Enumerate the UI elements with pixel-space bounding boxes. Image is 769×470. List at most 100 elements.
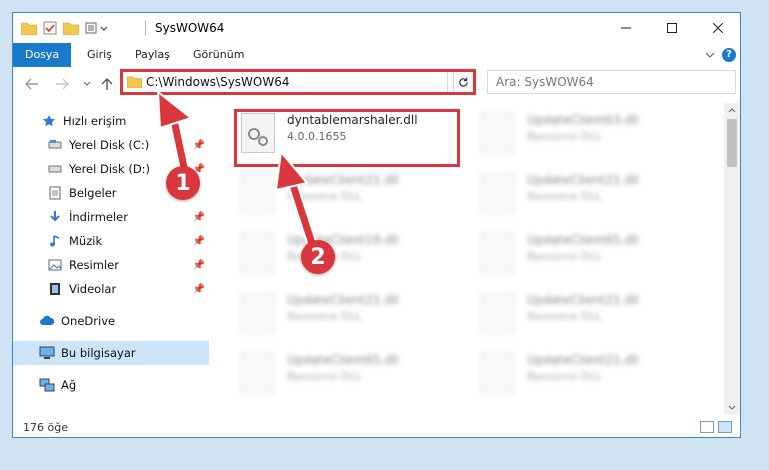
dll-file-icon	[241, 233, 275, 273]
file-desc: Resource DLL	[527, 130, 602, 143]
details-view-icon[interactable]	[700, 421, 714, 433]
scroll-up-icon[interactable]	[728, 107, 736, 113]
navigation-pane: Hızlı erişim Yerel Disk (C:) 📌 Yerel Dis…	[13, 103, 209, 403]
sidebar-item-label: Yerel Disk (D:)	[69, 162, 151, 176]
sidebar-item-quick-access[interactable]: Hızlı erişim	[13, 109, 209, 133]
sidebar-item-videos[interactable]: Videolar 📌	[13, 277, 209, 301]
dll-file-icon	[481, 353, 515, 393]
dll-file-icon	[241, 173, 275, 213]
drive-icon	[47, 161, 63, 177]
vertical-scrollbar[interactable]	[724, 103, 740, 415]
file-name: UpdateClient65.dll	[287, 353, 399, 367]
folder-icon[interactable]	[21, 21, 37, 35]
pin-icon[interactable]: 📌	[193, 212, 205, 223]
pin-icon[interactable]: 📌	[193, 284, 205, 295]
step-badge-2: 2	[301, 240, 335, 274]
dll-file-icon	[481, 173, 515, 213]
tab-view[interactable]: Görünüm	[193, 43, 244, 67]
item-count: 176 öğe	[23, 421, 68, 434]
scroll-thumb[interactable]	[727, 119, 737, 167]
title-bar: SysWOW64	[13, 13, 740, 43]
file-desc: Resource DLL	[287, 310, 362, 323]
sidebar-item-label: İndirmeler	[69, 210, 128, 224]
sidebar-item-label: Videolar	[69, 282, 117, 296]
sidebar-item-label: Müzik	[69, 234, 103, 248]
file-tile[interactable]: UpdateClient21.dll Resource DLL	[233, 167, 463, 223]
new-folder-icon[interactable]	[63, 21, 79, 35]
up-arrow-icon[interactable]	[101, 77, 113, 91]
file-name: UpdateClient63.dll	[527, 113, 639, 127]
sidebar-item-label: OneDrive	[61, 314, 116, 328]
properties-icon[interactable]	[43, 21, 57, 35]
sidebar-item-network[interactable]: Ağ	[13, 373, 209, 397]
tab-home[interactable]: Giriş	[87, 43, 112, 67]
dll-file-icon	[481, 293, 515, 333]
file-tile[interactable]: UpdateClient21.dll Resource DLL	[473, 287, 703, 343]
forward-arrow-icon[interactable]	[55, 78, 69, 90]
sidebar-item-pictures[interactable]: Resimler 📌	[13, 253, 209, 277]
sidebar-item-label: Belgeler	[69, 186, 117, 200]
file-tile[interactable]: UpdateClient21.dll Resource DLL	[473, 347, 703, 403]
documents-icon	[47, 185, 63, 201]
maximize-button[interactable]	[649, 13, 695, 43]
tiles-view-icon[interactable]	[718, 421, 732, 433]
recent-locations-icon[interactable]	[83, 81, 91, 87]
file-tile[interactable]: UpdateClient19.dll Resource DLL	[233, 227, 463, 283]
cloud-icon	[39, 313, 55, 329]
title-separator	[145, 20, 146, 36]
file-desc: Resource DLL	[287, 370, 362, 383]
window-title: SysWOW64	[155, 21, 225, 35]
file-desc: Resource DLL	[527, 190, 602, 203]
search-input[interactable]: Ara: SysWOW64	[487, 70, 736, 94]
sidebar-item-label: Bu bilgisayar	[61, 346, 136, 360]
download-icon	[47, 209, 63, 225]
file-tile[interactable]: UpdateClient63.dll Resource DLL	[473, 107, 703, 163]
file-highlight-box	[234, 109, 460, 167]
file-name: UpdateClient65.dll	[527, 233, 639, 247]
customize-toolbar-icon[interactable]	[85, 21, 111, 35]
sidebar-item-label: Hızlı erişim	[63, 114, 127, 128]
network-icon	[39, 377, 55, 393]
status-bar: 176 öğe	[13, 417, 740, 437]
sidebar-item-disk-c[interactable]: Yerel Disk (C:) 📌	[13, 133, 209, 157]
pin-icon[interactable]: 📌	[193, 140, 205, 151]
close-icon	[713, 23, 723, 33]
back-arrow-icon[interactable]	[25, 78, 39, 90]
scroll-down-icon[interactable]	[728, 405, 736, 411]
dll-file-icon	[481, 113, 515, 153]
file-desc: Resource DLL	[527, 370, 602, 383]
file-tile[interactable]: UpdateClient65.dll Resource DLL	[473, 227, 703, 283]
file-name: UpdateClient21.dll	[527, 353, 639, 367]
file-desc: Resource DLL	[527, 310, 602, 323]
dll-file-icon	[241, 293, 275, 333]
tab-file[interactable]: Dosya	[13, 43, 72, 67]
file-tile[interactable]: UpdateClient21.dll Resource DLL	[233, 287, 463, 343]
file-name: UpdateClient21.dll	[527, 173, 639, 187]
file-desc: Resource DLL	[287, 190, 362, 203]
close-button[interactable]	[695, 13, 740, 43]
maximize-icon	[667, 23, 677, 33]
sidebar-item-this-pc[interactable]: Bu bilgisayar	[13, 341, 209, 365]
file-name: UpdateClient21.dll	[287, 173, 399, 187]
music-icon	[47, 233, 63, 249]
sidebar-item-label: Resimler	[69, 258, 119, 272]
file-tile[interactable]: UpdateClient65.dll Resource DLL	[233, 347, 463, 403]
pin-icon[interactable]: 📌	[193, 260, 205, 271]
pin-icon[interactable]: 📌	[193, 236, 205, 247]
computer-icon	[39, 345, 55, 361]
sidebar-item-downloads[interactable]: İndirmeler 📌	[13, 205, 209, 229]
file-tile[interactable]: UpdateClient21.dll Resource DLL	[473, 167, 703, 223]
sidebar-item-onedrive[interactable]: OneDrive	[13, 309, 209, 333]
pictures-icon	[47, 257, 63, 273]
help-icon[interactable]: ?	[722, 48, 736, 62]
ribbon-tabs: Dosya Giriş Paylaş Görünüm ?	[13, 43, 740, 68]
minimize-button[interactable]	[603, 13, 649, 43]
sidebar-item-music[interactable]: Müzik 📌	[13, 229, 209, 253]
dll-file-icon	[481, 233, 515, 273]
ribbon-expand-icon[interactable]	[705, 51, 715, 59]
view-toggle	[700, 421, 732, 433]
star-icon	[41, 113, 57, 129]
tab-share[interactable]: Paylaş	[135, 43, 170, 67]
explorer-window: SysWOW64 Dosya Giriş Paylaş Görünüm ? C:…	[12, 12, 741, 438]
file-name: UpdateClient19.dll	[287, 233, 399, 247]
